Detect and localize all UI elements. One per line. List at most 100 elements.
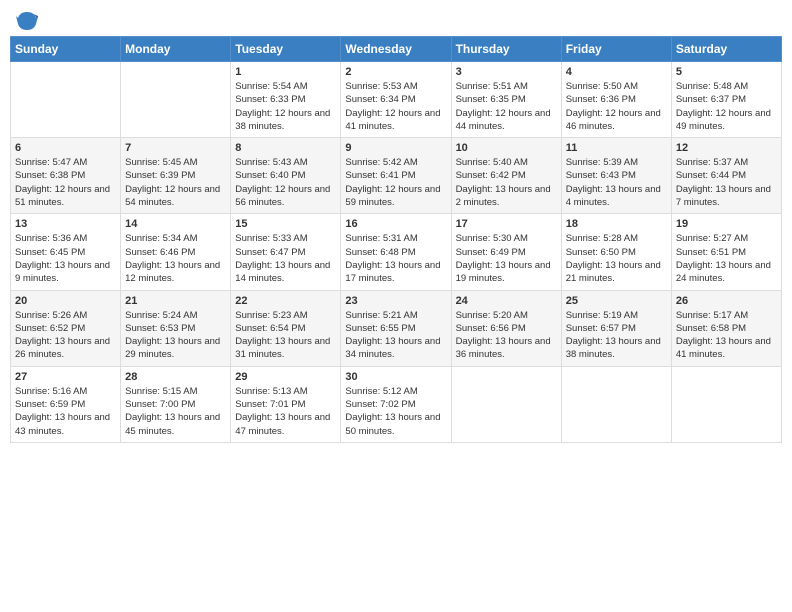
- day-cell: 30Sunrise: 5:12 AM Sunset: 7:02 PM Dayli…: [341, 366, 451, 442]
- day-number: 20: [15, 295, 116, 307]
- weekday-header-saturday: Saturday: [671, 37, 781, 62]
- day-info: Sunrise: 5:50 AM Sunset: 6:36 PM Dayligh…: [566, 80, 667, 133]
- day-info: Sunrise: 5:33 AM Sunset: 6:47 PM Dayligh…: [235, 232, 336, 285]
- day-cell: 26 Sunrise: 5:17 AM Sunset: 6:58 PM Dayli…: [671, 290, 781, 366]
- day-cell: 3 Sunrise: 5:51 AM Sunset: 6:35 PM Daylig…: [451, 62, 561, 138]
- weekday-header-wednesday: Wednesday: [341, 37, 451, 62]
- day-number: 5: [676, 66, 777, 78]
- week-row-1: 1Sunrise: 5:54 AM Sunset: 6:33 PM Daylig…: [11, 62, 782, 138]
- day-cell: 6 Sunrise: 5:47 AM Sunset: 6:38 PM Daylig…: [11, 138, 121, 214]
- week-row-2: 6 Sunrise: 5:47 AM Sunset: 6:38 PM Daylig…: [11, 138, 782, 214]
- day-number: 28: [125, 371, 226, 383]
- day-cell: [121, 62, 231, 138]
- day-info: Sunrise: 5:16 AM Sunset: 6:59 PM Dayligh…: [15, 385, 116, 438]
- day-info: Sunrise: 5:17 AM Sunset: 6:58 PM Dayligh…: [676, 309, 777, 362]
- day-number: 12: [676, 142, 777, 154]
- day-number: 3: [456, 66, 557, 78]
- day-cell: 2 Sunrise: 5:53 AM Sunset: 6:34 PM Daylig…: [341, 62, 451, 138]
- day-cell: 15 Sunrise: 5:33 AM Sunset: 6:47 PM Dayli…: [231, 214, 341, 290]
- day-cell: 8 Sunrise: 5:43 AM Sunset: 6:40 PM Daylig…: [231, 138, 341, 214]
- day-number: 14: [125, 218, 226, 230]
- day-info: Sunrise: 5:31 AM Sunset: 6:48 PM Dayligh…: [345, 232, 446, 285]
- day-info: Sunrise: 5:53 AM Sunset: 6:34 PM Dayligh…: [345, 80, 446, 133]
- day-info: Sunrise: 5:20 AM Sunset: 6:56 PM Dayligh…: [456, 309, 557, 362]
- weekday-header-row: SundayMondayTuesdayWednesdayThursdayFrid…: [11, 37, 782, 62]
- day-number: 25: [566, 295, 667, 307]
- day-cell: 9 Sunrise: 5:42 AM Sunset: 6:41 PM Daylig…: [341, 138, 451, 214]
- day-cell: 14 Sunrise: 5:34 AM Sunset: 6:46 PM Dayli…: [121, 214, 231, 290]
- day-number: 24: [456, 295, 557, 307]
- day-number: 29: [235, 371, 336, 383]
- day-info: Sunrise: 5:42 AM Sunset: 6:41 PM Dayligh…: [345, 156, 446, 209]
- day-number: 6: [15, 142, 116, 154]
- day-cell: 28 Sunrise: 5:15 AM Sunset: 7:00 PM Dayli…: [121, 366, 231, 442]
- logo: [14, 10, 38, 28]
- day-cell: [451, 366, 561, 442]
- day-info: Sunrise: 5:45 AM Sunset: 6:39 PM Dayligh…: [125, 156, 226, 209]
- day-info: Sunrise: 5:26 AM Sunset: 6:52 PM Dayligh…: [15, 309, 116, 362]
- day-number: 10: [456, 142, 557, 154]
- weekday-header-tuesday: Tuesday: [231, 37, 341, 62]
- day-number: 9: [345, 142, 446, 154]
- day-info: Sunrise: 5:27 AM Sunset: 6:51 PM Dayligh…: [676, 232, 777, 285]
- day-number: 7: [125, 142, 226, 154]
- day-number: 27: [15, 371, 116, 383]
- day-cell: 29Sunrise: 5:13 AM Sunset: 7:01 PM Dayli…: [231, 366, 341, 442]
- day-number: 13: [15, 218, 116, 230]
- day-cell: [561, 366, 671, 442]
- day-cell: 12 Sunrise: 5:37 AM Sunset: 6:44 PM Dayli…: [671, 138, 781, 214]
- day-cell: 22 Sunrise: 5:23 AM Sunset: 6:54 PM Dayli…: [231, 290, 341, 366]
- day-info: Sunrise: 5:47 AM Sunset: 6:38 PM Dayligh…: [15, 156, 116, 209]
- day-number: 26: [676, 295, 777, 307]
- day-number: 8: [235, 142, 336, 154]
- day-cell: [671, 366, 781, 442]
- day-info: Sunrise: 5:23 AM Sunset: 6:54 PM Dayligh…: [235, 309, 336, 362]
- day-cell: 7 Sunrise: 5:45 AM Sunset: 6:39 PM Daylig…: [121, 138, 231, 214]
- day-info: Sunrise: 5:30 AM Sunset: 6:49 PM Dayligh…: [456, 232, 557, 285]
- day-cell: 5Sunrise: 5:48 AM Sunset: 6:37 PM Daylig…: [671, 62, 781, 138]
- day-cell: 4 Sunrise: 5:50 AM Sunset: 6:36 PM Daylig…: [561, 62, 671, 138]
- day-cell: 16Sunrise: 5:31 AM Sunset: 6:48 PM Dayli…: [341, 214, 451, 290]
- day-info: Sunrise: 5:43 AM Sunset: 6:40 PM Dayligh…: [235, 156, 336, 209]
- day-cell: 20 Sunrise: 5:26 AM Sunset: 6:52 PM Dayli…: [11, 290, 121, 366]
- day-cell: 1Sunrise: 5:54 AM Sunset: 6:33 PM Daylig…: [231, 62, 341, 138]
- day-number: 2: [345, 66, 446, 78]
- day-number: 23: [345, 295, 446, 307]
- day-info: Sunrise: 5:34 AM Sunset: 6:46 PM Dayligh…: [125, 232, 226, 285]
- weekday-header-friday: Friday: [561, 37, 671, 62]
- day-cell: 10Sunrise: 5:40 AM Sunset: 6:42 PM Dayli…: [451, 138, 561, 214]
- weekday-header-monday: Monday: [121, 37, 231, 62]
- day-number: 17: [456, 218, 557, 230]
- day-info: Sunrise: 5:15 AM Sunset: 7:00 PM Dayligh…: [125, 385, 226, 438]
- week-row-5: 27 Sunrise: 5:16 AM Sunset: 6:59 PM Dayli…: [11, 366, 782, 442]
- day-info: Sunrise: 5:21 AM Sunset: 6:55 PM Dayligh…: [345, 309, 446, 362]
- day-cell: 21 Sunrise: 5:24 AM Sunset: 6:53 PM Dayli…: [121, 290, 231, 366]
- logo-icon: [16, 10, 38, 32]
- day-cell: 18 Sunrise: 5:28 AM Sunset: 6:50 PM Dayli…: [561, 214, 671, 290]
- day-info: Sunrise: 5:28 AM Sunset: 6:50 PM Dayligh…: [566, 232, 667, 285]
- calendar-body: 1Sunrise: 5:54 AM Sunset: 6:33 PM Daylig…: [11, 62, 782, 443]
- day-number: 21: [125, 295, 226, 307]
- week-row-4: 20 Sunrise: 5:26 AM Sunset: 6:52 PM Dayli…: [11, 290, 782, 366]
- day-number: 22: [235, 295, 336, 307]
- day-cell: 19 Sunrise: 5:27 AM Sunset: 6:51 PM Dayli…: [671, 214, 781, 290]
- day-cell: 24 Sunrise: 5:20 AM Sunset: 6:56 PM Dayli…: [451, 290, 561, 366]
- day-info: Sunrise: 5:24 AM Sunset: 6:53 PM Dayligh…: [125, 309, 226, 362]
- day-number: 19: [676, 218, 777, 230]
- week-row-3: 13Sunrise: 5:36 AM Sunset: 6:45 PM Dayli…: [11, 214, 782, 290]
- day-cell: 17 Sunrise: 5:30 AM Sunset: 6:49 PM Dayli…: [451, 214, 561, 290]
- day-number: 18: [566, 218, 667, 230]
- day-cell: [11, 62, 121, 138]
- day-cell: 27 Sunrise: 5:16 AM Sunset: 6:59 PM Dayli…: [11, 366, 121, 442]
- day-number: 4: [566, 66, 667, 78]
- day-cell: 23 Sunrise: 5:21 AM Sunset: 6:55 PM Dayli…: [341, 290, 451, 366]
- day-cell: 13Sunrise: 5:36 AM Sunset: 6:45 PM Dayli…: [11, 214, 121, 290]
- day-number: 15: [235, 218, 336, 230]
- weekday-header-thursday: Thursday: [451, 37, 561, 62]
- day-info: Sunrise: 5:12 AM Sunset: 7:02 PM Dayligh…: [345, 385, 446, 438]
- day-info: Sunrise: 5:54 AM Sunset: 6:33 PM Dayligh…: [235, 80, 336, 133]
- weekday-header-sunday: Sunday: [11, 37, 121, 62]
- day-info: Sunrise: 5:19 AM Sunset: 6:57 PM Dayligh…: [566, 309, 667, 362]
- day-info: Sunrise: 5:51 AM Sunset: 6:35 PM Dayligh…: [456, 80, 557, 133]
- day-info: Sunrise: 5:37 AM Sunset: 6:44 PM Dayligh…: [676, 156, 777, 209]
